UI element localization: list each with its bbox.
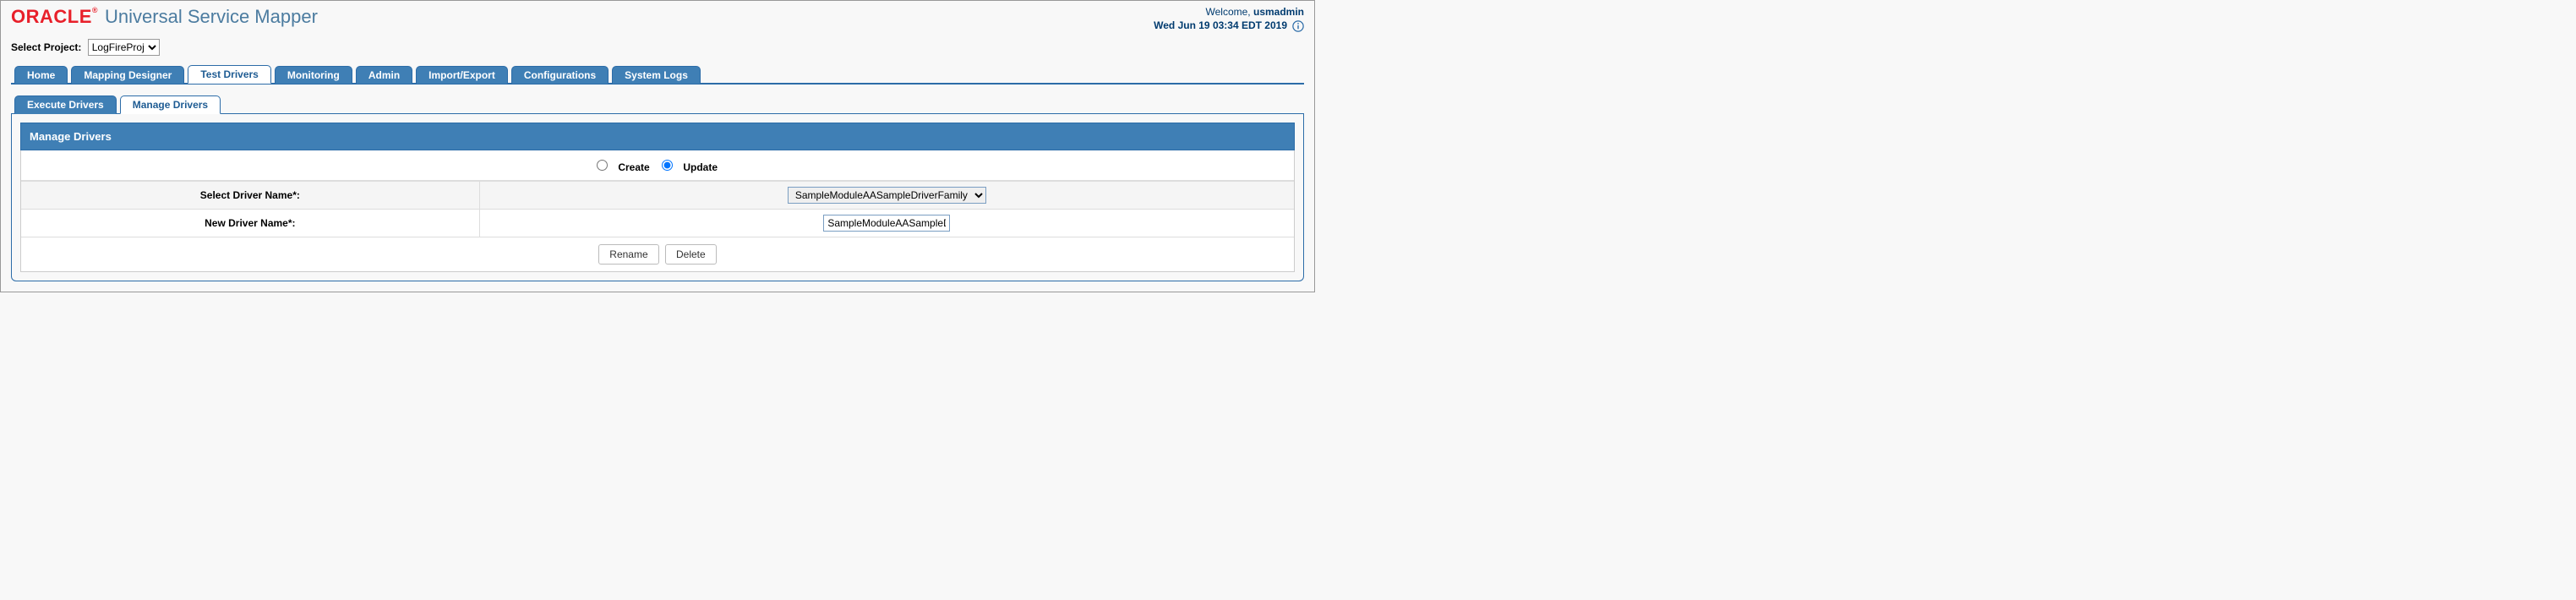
manage-drivers-panel: Manage Drivers Create Update Select Driv… [11,114,1304,281]
brand: ORACLE® Universal Service Mapper [11,6,318,28]
create-radio[interactable] [597,160,608,171]
update-radio-label: Update [683,161,718,173]
tab-import-export[interactable]: Import/Export [416,66,508,84]
tab-system-logs[interactable]: System Logs [612,66,701,84]
subtab-manage-drivers[interactable]: Manage Drivers [120,95,221,114]
mode-radio-row: Create Update [21,150,1294,181]
select-driver-label: Select Driver Name*: [21,181,479,209]
tab-configurations[interactable]: Configurations [511,66,609,84]
welcome-text: Welcome, usmadmin [1154,6,1304,18]
tab-mapping-designer[interactable]: Mapping Designer [71,66,184,84]
new-driver-label: New Driver Name*: [21,209,479,237]
username: usmadmin [1253,6,1304,18]
project-label: Select Project: [11,41,81,53]
sub-tabstrip: Execute Drivers Manage Drivers [11,95,1304,114]
oracle-logo-text: ORACLE [11,6,92,27]
update-radio[interactable] [662,160,673,171]
subtab-execute-drivers[interactable]: Execute Drivers [14,95,117,114]
app-title: Universal Service Mapper [105,6,318,28]
new-driver-input[interactable] [823,215,950,232]
tab-monitoring[interactable]: Monitoring [275,66,352,84]
timestamp: Wed Jun 19 03:34 EDT 2019 [1154,19,1287,31]
info-icon[interactable] [1292,19,1304,32]
oracle-logo: ORACLE® [11,6,98,28]
create-radio-label: Create [618,161,649,173]
project-select[interactable]: LogFireProj [88,39,160,56]
tab-admin[interactable]: Admin [356,66,412,84]
delete-button[interactable]: Delete [665,244,717,265]
select-driver-dropdown[interactable]: SampleModuleAASampleDriverFamily [788,187,986,204]
tab-test-drivers[interactable]: Test Drivers [188,65,270,84]
registered-mark: ® [92,6,98,14]
rename-button[interactable]: Rename [598,244,658,265]
welcome-label: Welcome, [1206,6,1253,18]
user-block: Welcome, usmadmin Wed Jun 19 03:34 EDT 2… [1154,6,1304,32]
main-tabstrip: Home Mapping Designer Test Drivers Monit… [11,64,1304,85]
panel-title: Manage Drivers [20,123,1295,150]
tab-home[interactable]: Home [14,66,68,84]
